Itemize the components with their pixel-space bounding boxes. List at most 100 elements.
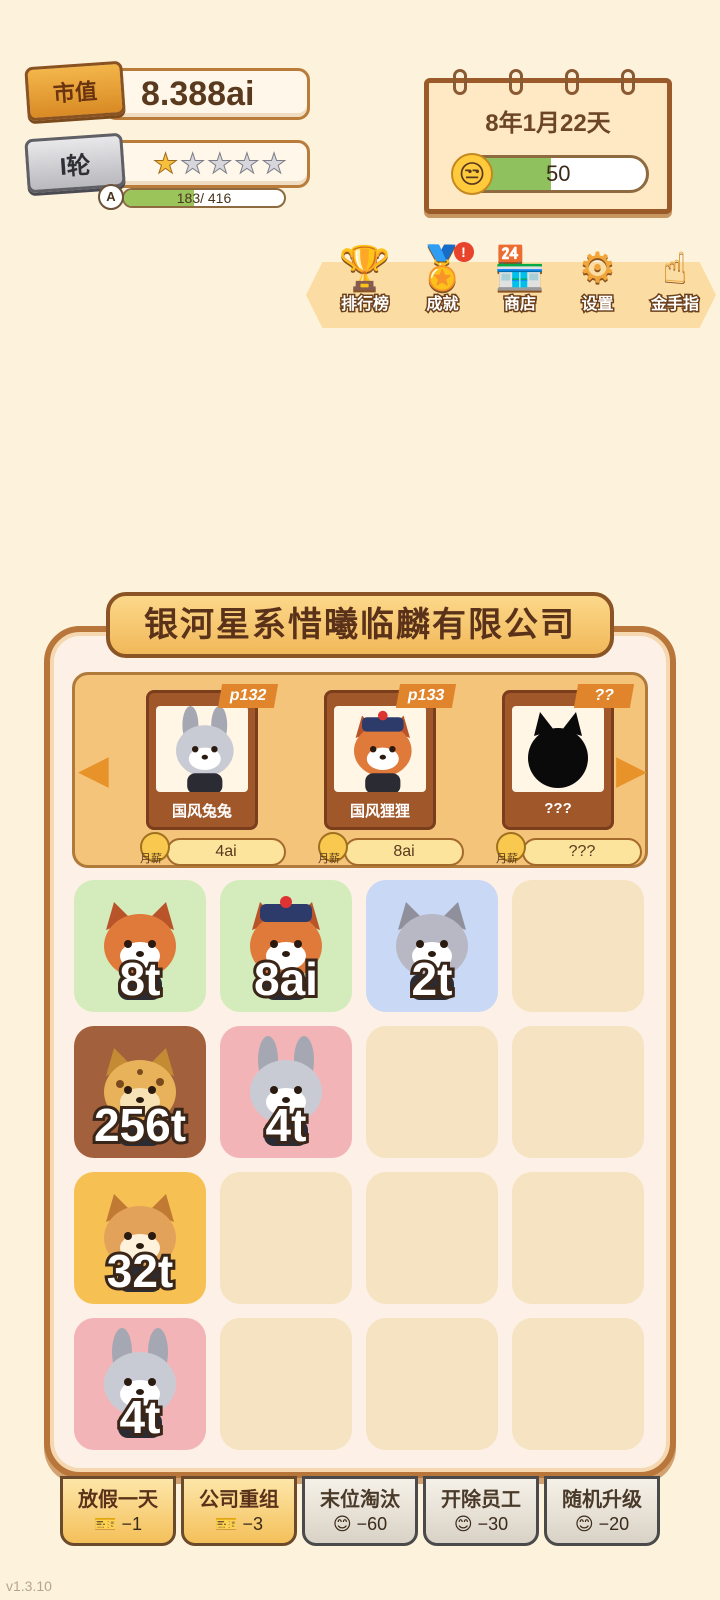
ticket-icon: 🎫 <box>94 1514 117 1534</box>
calendar-ring <box>565 69 579 95</box>
star-icon: ★ <box>207 148 233 179</box>
action-cost-row: 😊 −60 <box>305 1514 415 1535</box>
menu-item-trophy[interactable]: 🏆 排行榜 <box>330 240 400 315</box>
top-menu: 🏆 排行榜 🏅 成就! 🏪 商店 ⚙ 设置 ☝ 金手指 <box>330 240 710 315</box>
market-value: 8.388ai <box>104 68 310 120</box>
smile-icon: 😊 <box>453 1514 473 1534</box>
star-icon: ★ <box>180 148 206 179</box>
profile-name: 国风兔兔 <box>171 803 232 820</box>
employee-level: 2t <box>409 950 456 1008</box>
profile-tag: ?? <box>573 684 635 708</box>
grade-badge: A <box>98 184 124 210</box>
action-button-2[interactable]: 公司重组 🎫 −3 <box>181 1476 297 1546</box>
notification-badge: ! <box>453 242 474 262</box>
profile-portrait <box>156 706 248 792</box>
menu-item-medal[interactable]: 🏅 成就! <box>408 240 478 315</box>
action-cost: −30 <box>477 1514 509 1534</box>
gear-icon: ⚙ <box>578 244 617 291</box>
empty-slot[interactable] <box>512 1026 644 1158</box>
salary-value: ??? <box>522 838 642 866</box>
action-label: 公司重组 <box>199 1489 279 1511</box>
action-cost: −20 <box>598 1514 630 1534</box>
carousel-prev-arrow[interactable]: ◀ <box>78 750 109 790</box>
smile-icon: 😊 <box>332 1514 352 1534</box>
locked-silhouette-image <box>512 706 604 792</box>
profile-portrait <box>334 706 426 792</box>
calendar-ring <box>453 69 467 95</box>
employee-red-panda[interactable]: 8t <box>74 880 206 1012</box>
empty-slot[interactable] <box>512 1318 644 1450</box>
xp-progress-text: 183/ 416 <box>176 190 232 206</box>
star-icon: ★ <box>261 148 287 179</box>
shop-icon: 🏪 <box>493 244 547 291</box>
profile-name: 国风狸狸 <box>349 803 410 820</box>
profile-tag: p132 <box>217 684 279 708</box>
xp-progress-bar: 183/ 416 <box>122 188 286 208</box>
employee-rabbit[interactable]: 4t <box>74 1318 206 1450</box>
action-button-3[interactable]: 末位淘汰 😊 −60 <box>302 1476 418 1546</box>
empty-slot[interactable] <box>366 1172 498 1304</box>
action-cost-row: 🎫 −3 <box>184 1514 294 1535</box>
profile-card[interactable]: ?? ??? <box>502 684 635 830</box>
calendar-ring <box>509 69 523 95</box>
empty-slot[interactable] <box>220 1318 352 1450</box>
employee-red-panda-official[interactable]: 8ai <box>220 880 352 1012</box>
carousel-next-arrow[interactable]: ▶ <box>616 750 647 790</box>
action-label: 随机升级 <box>562 1489 642 1511</box>
company-name: 银河星系惜曦临麟有限公司 <box>106 592 614 658</box>
profile-tag: p133 <box>395 684 457 708</box>
employee-leopard[interactable]: 256t <box>74 1026 206 1158</box>
employee-level: 4t <box>117 1388 164 1446</box>
action-label: 末位淘汰 <box>320 1489 400 1511</box>
menu-item-gear[interactable]: ⚙ 设置 <box>563 240 633 315</box>
calendar-ring <box>621 69 635 95</box>
star-rating: ★ ★ ★ ★ ★ <box>104 140 310 188</box>
profile-card[interactable]: p132 国风兔兔 <box>146 684 279 830</box>
star-icon: ★ <box>234 148 260 179</box>
empty-slot[interactable] <box>366 1318 498 1450</box>
menu-item-pointing-hand[interactable]: ☝ 金手指 <box>640 240 710 315</box>
version-label: v1.3.10 <box>6 1578 52 1594</box>
action-cost-row: 🎫 −1 <box>63 1514 173 1535</box>
employee-grid: 8t 8ai 2t 256t 4t 32t 4t <box>74 880 654 1450</box>
menu-label: 设置 <box>580 295 615 315</box>
action-cost: −1 <box>121 1514 142 1534</box>
action-bar: 放假一天 🎫 −1 公司重组 🎫 −3 末位淘汰 😊 −60 开除员工 😊 −30 随机… <box>60 1476 660 1546</box>
round-panel: I轮 ★ ★ ★ ★ ★ A 183/ 416 <box>24 132 310 212</box>
salary-value: 4ai <box>166 838 286 866</box>
empty-slot[interactable] <box>220 1172 352 1304</box>
empty-slot[interactable] <box>512 880 644 1012</box>
action-cost: −3 <box>242 1514 263 1534</box>
menu-label: 金手指 <box>649 295 700 315</box>
ticket-icon: 🎫 <box>215 1514 238 1534</box>
pointing-hand-icon: ☝ <box>662 244 688 291</box>
empty-slot[interactable] <box>366 1026 498 1158</box>
trophy-icon: 🏆 <box>338 244 392 291</box>
action-button-4[interactable]: 开除员工 😊 −30 <box>423 1476 539 1546</box>
action-button-1[interactable]: 放假一天 🎫 −1 <box>60 1476 176 1546</box>
calendar-panel: 8年1月22天 50 😒 <box>424 69 672 214</box>
mood-face-icon: 😒 <box>451 153 493 195</box>
menu-item-shop[interactable]: 🏪 商店 <box>485 240 555 315</box>
employee-level: 8t <box>117 950 164 1008</box>
employee-shiba[interactable]: 32t <box>74 1172 206 1304</box>
smile-icon: 😊 <box>574 1514 594 1534</box>
profile-name: ??? <box>544 800 572 817</box>
employee-level: 4t <box>263 1096 310 1154</box>
employee-level: 32t <box>104 1242 176 1300</box>
employee-hamster[interactable]: 2t <box>366 880 498 1012</box>
market-value-label: 市值 <box>24 60 126 122</box>
star-icon: ★ <box>152 148 179 179</box>
empty-slot[interactable] <box>512 1172 644 1304</box>
action-button-5[interactable]: 随机升级 😊 −20 <box>544 1476 660 1546</box>
salary-label: 月薪 <box>496 853 518 865</box>
action-cost-row: 😊 −20 <box>547 1514 657 1535</box>
action-label: 开除员工 <box>441 1489 521 1511</box>
profile-card[interactable]: p133 国风狸狸 <box>324 684 457 830</box>
employee-level: 8ai <box>251 950 321 1008</box>
action-cost: −60 <box>356 1514 388 1534</box>
salary-label: 月薪 <box>140 853 162 865</box>
employee-rabbit[interactable]: 4t <box>220 1026 352 1158</box>
market-value-panel: 市值 8.388ai <box>24 60 310 124</box>
action-label: 放假一天 <box>78 1489 158 1511</box>
